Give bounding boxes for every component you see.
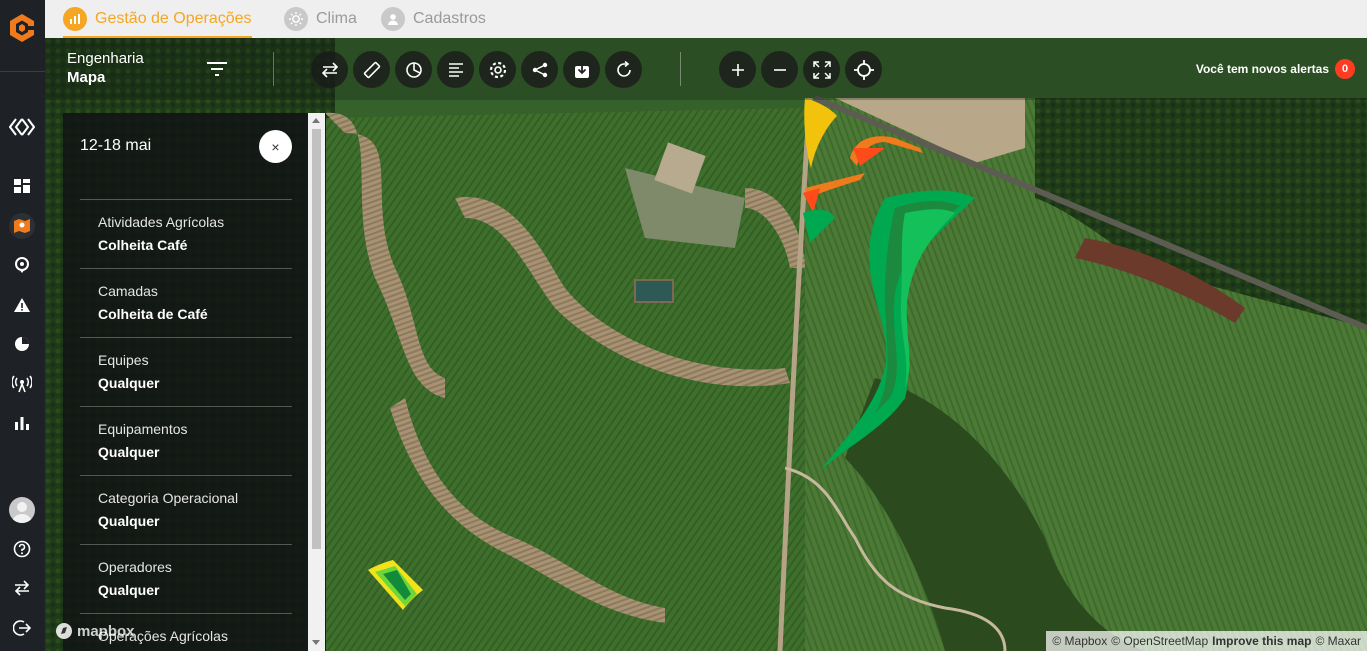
person-icon: [381, 7, 405, 31]
filter-value: Colheita Café: [98, 237, 188, 253]
map-icon[interactable]: [9, 213, 35, 239]
filter-label: Operadores: [98, 559, 172, 575]
swap-arrows-button[interactable]: [311, 51, 348, 88]
chart-icon: [63, 7, 87, 31]
sun-icon: [284, 7, 308, 31]
filter-panel: 12-18 mai × Atividades Agrícolas Colheit…: [63, 113, 326, 651]
clock-pie-button[interactable]: [395, 51, 432, 88]
refresh-icon: [616, 60, 631, 77]
left-rail: [0, 0, 45, 651]
tab-clima[interactable]: Clima: [284, 0, 357, 38]
zoom-out-icon: [773, 68, 786, 71]
ruler-button[interactable]: [353, 51, 390, 88]
filter-value: Colheita de Café: [98, 306, 208, 322]
swap-arrows-icon: [321, 61, 338, 78]
scroll-up-arrow-icon[interactable]: [312, 118, 320, 123]
ruler-icon: [363, 61, 380, 78]
filter-camadas[interactable]: Camadas Colheita de Café: [80, 268, 292, 337]
map-view[interactable]: Engenharia Mapa Você tem novos alertas 0…: [45, 38, 1367, 651]
settings-button[interactable]: [479, 51, 516, 88]
panel-scrollbar[interactable]: [308, 113, 325, 651]
filter-atividades-agricolas[interactable]: Atividades Agrícolas Colheita Café: [80, 199, 292, 268]
zoom-out-button[interactable]: [761, 51, 798, 88]
zoom-in-icon: [731, 63, 744, 76]
gear-icon: [489, 61, 506, 78]
fit-screen-button[interactable]: [803, 51, 840, 88]
top-tab-bar: Gestão de Operações Clima Cadastros: [45, 0, 1367, 38]
filter-value: Qualquer: [98, 375, 160, 391]
rail-divider: [0, 71, 45, 72]
module-switch-icon[interactable]: [9, 114, 35, 140]
dashboard-icon[interactable]: [9, 173, 35, 199]
attribution-mapbox-link[interactable]: © Mapbox: [1052, 634, 1107, 648]
share-icon: [532, 62, 547, 77]
toolbar-divider: [680, 52, 681, 86]
close-panel-button[interactable]: ×: [259, 130, 292, 163]
clock-pie-icon: [405, 61, 422, 78]
swap-icon[interactable]: [9, 575, 35, 601]
download-button[interactable]: [563, 51, 600, 88]
filter-operadores[interactable]: Operadores Qualquer: [80, 544, 292, 613]
scrollbar-thumb[interactable]: [312, 129, 321, 549]
filter-categoria-operacional[interactable]: Categoria Operacional Qualquer: [80, 475, 292, 544]
rocket-icon[interactable]: [9, 252, 35, 278]
alerts-notice[interactable]: Você tem novos alertas 0: [1196, 59, 1355, 79]
filter-label: Categoria Operacional: [98, 490, 239, 506]
filter-value: Qualquer: [98, 582, 160, 598]
mapbox-mark-icon: [56, 623, 72, 639]
filter-label: Atividades Agrícolas: [98, 214, 225, 230]
tab-label: Cadastros: [413, 10, 486, 27]
alert-icon[interactable]: [9, 292, 35, 318]
mapbox-logo-text: mapbox: [77, 622, 135, 640]
date-range[interactable]: 12-18 mai: [80, 137, 151, 155]
user-avatar[interactable]: [9, 497, 35, 523]
share-button[interactable]: [521, 51, 558, 88]
bar-chart-icon[interactable]: [9, 410, 35, 436]
locate-button[interactable]: [845, 51, 882, 88]
tab-cadastros[interactable]: Cadastros: [381, 0, 486, 38]
context-line2: Mapa: [67, 69, 106, 86]
map-context: Engenharia Mapa: [67, 49, 144, 87]
tab-label: Clima: [316, 10, 357, 27]
list-button[interactable]: [437, 51, 474, 88]
help-icon[interactable]: [9, 536, 35, 562]
download-icon: [574, 61, 589, 78]
pie-chart-icon[interactable]: [9, 331, 35, 357]
antenna-icon[interactable]: [9, 371, 35, 397]
filter-value: Qualquer: [98, 444, 160, 460]
locate-icon: [853, 59, 874, 80]
map-toolbar: Engenharia Mapa Você tem novos alertas 0: [45, 38, 1367, 100]
alerts-label: Você tem novos alertas: [1195, 62, 1329, 76]
filter-toggle-button[interactable]: [203, 55, 231, 83]
tab-gestao-operacoes[interactable]: Gestão de Operações: [63, 0, 252, 38]
filter-label: Equipamentos: [98, 421, 188, 437]
filter-equipes[interactable]: Equipes Qualquer: [80, 337, 292, 406]
fit-screen-icon: [812, 60, 831, 79]
attribution-osm-link[interactable]: © OpenStreetMap: [1111, 634, 1208, 648]
alerts-count-badge: 0: [1335, 59, 1355, 79]
toolbar-divider: [273, 52, 274, 86]
filter-label: Camadas: [98, 283, 158, 299]
logout-icon[interactable]: [9, 615, 35, 641]
filter-equipamentos[interactable]: Equipamentos Qualquer: [80, 406, 292, 475]
zoom-in-button[interactable]: [719, 51, 756, 88]
improve-map-link[interactable]: Improve this map: [1212, 634, 1311, 648]
attribution-maxar-link[interactable]: © Maxar: [1315, 634, 1361, 648]
app-logo[interactable]: [6, 12, 38, 44]
scroll-down-arrow-icon[interactable]: [312, 640, 320, 645]
filter-label: Equipes: [98, 352, 149, 368]
context-line1: Engenharia: [67, 50, 144, 67]
mapbox-logo[interactable]: mapbox: [55, 622, 135, 640]
refresh-button[interactable]: [605, 51, 642, 88]
filter-icon: [207, 62, 227, 76]
filter-value: Qualquer: [98, 513, 160, 529]
map-attribution: © Mapbox © OpenStreetMap Improve this ma…: [1046, 631, 1367, 651]
list-icon: [448, 62, 463, 77]
tab-label: Gestão de Operações: [95, 10, 252, 27]
